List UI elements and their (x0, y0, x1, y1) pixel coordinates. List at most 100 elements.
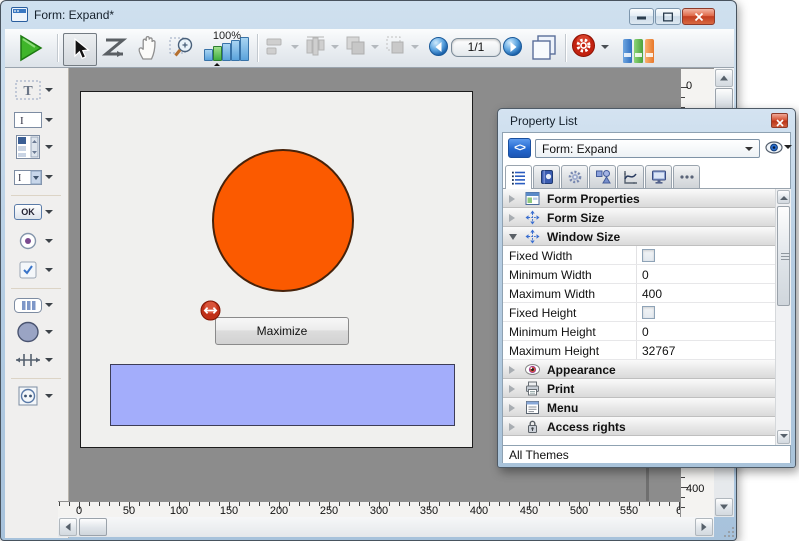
close-button[interactable] (682, 8, 715, 25)
scroll-left-button[interactable] (59, 518, 77, 536)
tab-all-properties[interactable] (505, 165, 532, 190)
tab-events[interactable] (617, 165, 644, 189)
section-form-properties[interactable]: Form Properties (503, 189, 775, 208)
tab-more[interactable] (673, 165, 700, 189)
maximum-width-value[interactable]: 400 (642, 287, 662, 301)
maximize-button-object[interactable]: Maximize (215, 317, 349, 345)
listbox-tool-dropdown[interactable] (45, 145, 53, 153)
zoom-bar-200[interactable] (222, 43, 231, 61)
next-page-button[interactable] (503, 37, 522, 56)
distribute-tool-button[interactable] (303, 33, 329, 64)
button-tool[interactable]: OK (5, 199, 69, 227)
combobox-tool[interactable]: I (5, 164, 69, 192)
zoom-bar-800[interactable] (240, 37, 249, 61)
preferences-dropdown[interactable] (601, 45, 609, 53)
fixed-height-checkbox[interactable] (642, 306, 655, 319)
fixed-width-checkbox[interactable] (642, 249, 655, 262)
minimum-width-value[interactable]: 0 (642, 268, 649, 282)
ruler-tick (499, 502, 500, 506)
level-tool-button[interactable] (343, 33, 369, 64)
radio-tool[interactable] (5, 228, 69, 256)
minimize-button[interactable] (629, 8, 654, 25)
button-tool-dropdown[interactable] (45, 210, 53, 218)
scroll-up-button[interactable] (715, 69, 733, 87)
combobox-tool-dropdown[interactable] (45, 175, 53, 183)
splitter-tool-dropdown[interactable] (45, 358, 53, 366)
text-tool[interactable]: T (5, 77, 69, 105)
checkbox-tool-dropdown[interactable] (45, 268, 53, 276)
buttongrid-tool-dropdown[interactable] (45, 303, 53, 311)
minimum-height-value[interactable]: 0 (642, 325, 649, 339)
scroll-right-button[interactable] (695, 518, 713, 536)
input-tool-dropdown[interactable] (45, 118, 53, 126)
close-icon (776, 119, 784, 127)
selection-tool-button[interactable] (63, 33, 97, 66)
tab-settings[interactable] (561, 165, 588, 189)
ruler-tick (159, 502, 160, 506)
text-tool-dropdown[interactable] (45, 88, 53, 96)
object-selector-dropdown[interactable]: Form: Expand (535, 139, 760, 158)
entry-order-icon (101, 33, 129, 61)
plugin-tool-dropdown[interactable] (45, 394, 53, 402)
tab-display[interactable] (645, 165, 672, 189)
horizontal-scrollbar[interactable] (58, 517, 714, 537)
property-list-scrollbar[interactable] (775, 189, 791, 445)
buttongrid-tool-icon (14, 298, 42, 313)
plugin-tool[interactable] (5, 383, 69, 411)
zoom-bar-100-selected[interactable] (213, 46, 222, 61)
rectangle-object[interactable] (110, 364, 455, 426)
input-tool[interactable]: I (5, 107, 69, 135)
checkbox-tool[interactable] (5, 257, 69, 285)
radio-tool-dropdown[interactable] (45, 239, 53, 247)
section-form-size[interactable]: Form Size (503, 208, 775, 227)
property-list-close-button[interactable] (771, 113, 788, 128)
scroll-up-button[interactable] (777, 190, 790, 204)
preferences-button[interactable] (571, 33, 596, 64)
maximize-button[interactable] (655, 8, 681, 25)
scroll-down-button[interactable] (715, 498, 733, 516)
form-page[interactable]: Maximize (80, 91, 473, 448)
zoom-bar-50[interactable] (204, 49, 213, 61)
zoom-tool-button[interactable] (167, 33, 199, 64)
tab-objects[interactable] (589, 165, 616, 189)
view-options-dropdown[interactable] (784, 145, 792, 153)
distribute-dropdown[interactable] (331, 45, 339, 53)
horizontal-scroll-thumb[interactable] (79, 518, 107, 536)
window-resize-grip[interactable] (716, 519, 734, 537)
section-appearance[interactable]: Appearance (503, 360, 775, 379)
scroll-down-button[interactable] (777, 430, 790, 444)
section-menu[interactable]: Menu (503, 398, 775, 417)
property-row-minimum-height: Minimum Height 0 (503, 322, 775, 341)
entry-order-tool-button[interactable] (101, 33, 131, 64)
buttongrid-tool[interactable] (5, 292, 69, 320)
splitter-tool[interactable] (5, 347, 69, 375)
object-type-button[interactable]: <> (508, 138, 531, 158)
section-window-size[interactable]: Window Size (503, 227, 775, 246)
zoom-bar-400[interactable] (231, 40, 240, 61)
title-bar[interactable]: Form: Expand* (1, 1, 738, 29)
form-pages-button[interactable] (529, 33, 559, 64)
section-access-rights[interactable]: Access rights (503, 417, 775, 436)
execute-form-button[interactable] (17, 33, 47, 64)
resize-event-badge-icon[interactable] (200, 300, 221, 321)
page-indicator-field[interactable]: 1/1 (451, 38, 501, 57)
view-options-eye-icon[interactable] (765, 141, 783, 154)
oval-tool-dropdown[interactable] (45, 330, 53, 338)
align-dropdown[interactable] (291, 45, 299, 53)
maximum-height-value[interactable]: 32767 (642, 344, 675, 358)
property-scroll-thumb[interactable] (777, 206, 790, 306)
previous-page-button[interactable] (429, 37, 448, 56)
oval-tool[interactable] (5, 319, 69, 347)
group-dropdown[interactable] (411, 45, 419, 53)
group-tool-button[interactable] (383, 33, 409, 64)
property-list-window[interactable]: Property List <> Form: Expand (497, 108, 796, 468)
ruler-tick (681, 97, 685, 98)
move-tool-button[interactable] (135, 33, 165, 64)
tab-theme[interactable] (533, 165, 560, 189)
align-tool-button[interactable] (263, 33, 289, 64)
listbox-tool[interactable] (5, 134, 69, 162)
section-print[interactable]: Print (503, 379, 775, 398)
oval-object[interactable] (212, 149, 354, 292)
explorer-button[interactable] (623, 33, 657, 64)
level-dropdown[interactable] (371, 45, 379, 53)
